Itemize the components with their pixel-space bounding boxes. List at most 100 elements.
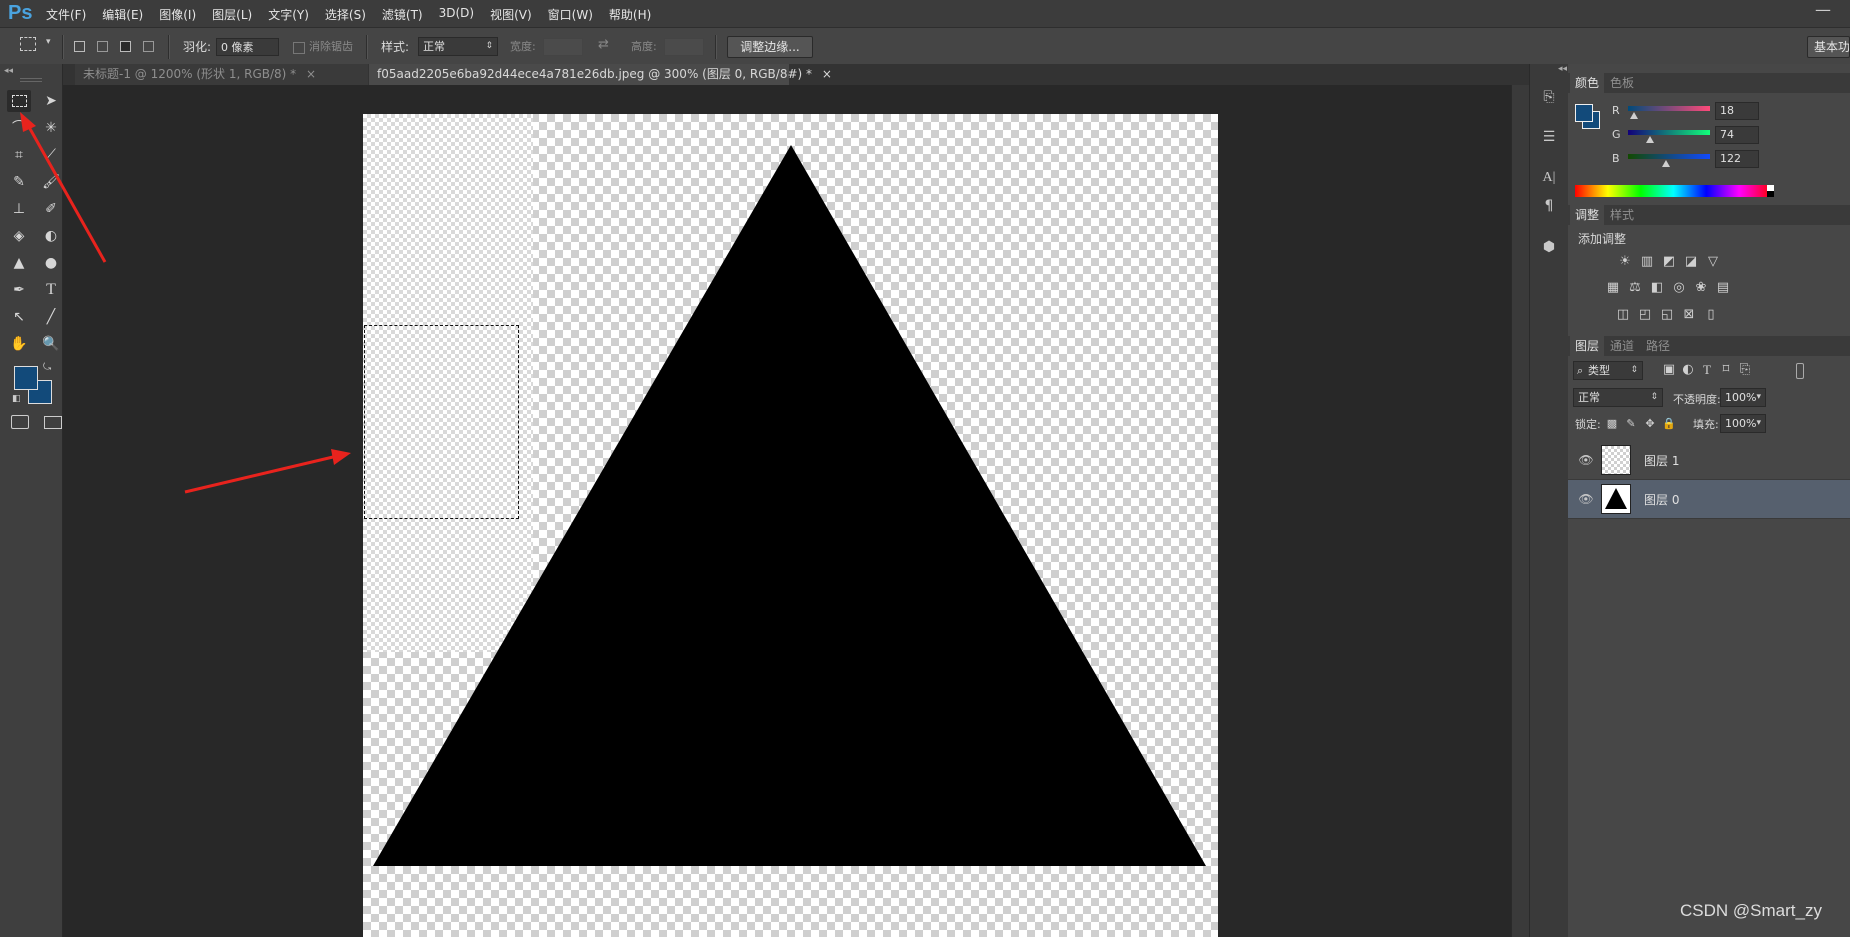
history-icon[interactable]: ⎘ xyxy=(1538,87,1560,107)
move-tool[interactable]: ➤ xyxy=(39,90,63,112)
menu-help[interactable]: 帮助(H) xyxy=(609,6,651,23)
dodge-tool[interactable]: ● xyxy=(39,252,63,274)
layer-row[interactable]: 👁 图层 1 xyxy=(1568,441,1850,480)
invert-icon[interactable]: ◫ xyxy=(1614,307,1632,323)
filter-shape-icon[interactable]: ⌑ xyxy=(1717,362,1735,378)
properties-icon[interactable]: ☰ xyxy=(1538,127,1560,147)
selective-color-icon[interactable]: ▯ xyxy=(1702,307,1720,323)
brush-tool[interactable]: 🖌 xyxy=(39,171,63,193)
vibrance-icon[interactable]: ▽ xyxy=(1704,254,1722,270)
history-brush-tool[interactable]: ✐ xyxy=(39,198,63,220)
tab-paths[interactable]: 路径 xyxy=(1641,336,1675,356)
menu-image[interactable]: 图像(I) xyxy=(159,6,196,23)
character-icon[interactable]: A| xyxy=(1538,168,1560,188)
tab-adjustments[interactable]: 调整 xyxy=(1570,205,1605,225)
magic-wand-tool[interactable]: ✳ xyxy=(39,117,63,139)
swap-dimensions-icon[interactable]: ⇄ xyxy=(598,37,609,52)
menu-file[interactable]: 文件(F) xyxy=(46,6,86,23)
swap-colors-icon[interactable]: ⤿ xyxy=(43,362,51,373)
red-slider[interactable] xyxy=(1628,106,1710,111)
feather-input[interactable]: 0 像素 xyxy=(216,38,279,56)
zoom-tool[interactable]: 🔍 xyxy=(39,333,63,355)
paragraph-icon[interactable]: ¶ xyxy=(1538,196,1560,216)
menu-filter[interactable]: 滤镜(T) xyxy=(382,6,423,23)
layer-filter-dropdown[interactable]: ⌕ 类型 ⇕ xyxy=(1573,361,1643,380)
blend-mode-dropdown[interactable]: 正常 ⇕ xyxy=(1573,388,1663,407)
menu-window[interactable]: 窗口(W) xyxy=(548,6,593,23)
gradient-map-icon[interactable]: ⊠ xyxy=(1680,307,1698,323)
photo-filter-icon[interactable]: ◎ xyxy=(1670,280,1688,296)
close-icon[interactable]: × xyxy=(822,67,832,81)
style-dropdown[interactable]: 正常 ⇕ xyxy=(418,37,498,56)
type-tool[interactable]: T xyxy=(39,279,63,301)
workspace-button[interactable]: 基本功 xyxy=(1807,36,1850,58)
lock-transparent-icon[interactable]: ▩ xyxy=(1603,416,1621,432)
lock-position-icon[interactable]: ✥ xyxy=(1641,416,1659,432)
channel-mixer-icon[interactable]: ❀ xyxy=(1692,280,1710,296)
menu-select[interactable]: 选择(S) xyxy=(325,6,366,23)
default-colors-icon[interactable]: ◧ xyxy=(12,394,21,404)
subtract-selection-icon[interactable] xyxy=(120,41,131,52)
black-white-icon[interactable]: ◧ xyxy=(1648,280,1666,296)
color-lookup-icon[interactable]: ▤ xyxy=(1714,280,1732,296)
antialias-checkbox[interactable] xyxy=(293,42,305,54)
vertical-scrollbar[interactable] xyxy=(1511,85,1530,937)
collapse-icon[interactable]: ◂◂ xyxy=(1558,64,1567,74)
exposure-icon[interactable]: ◪ xyxy=(1682,254,1700,270)
tab-jpeg-document[interactable]: f05aad2205e6ba92d44ece4a781e26db.jpeg @ … xyxy=(369,64,832,85)
new-selection-icon[interactable] xyxy=(74,41,85,52)
eye-icon[interactable]: 👁 xyxy=(1578,452,1594,468)
hue-saturation-icon[interactable]: ▦ xyxy=(1604,280,1622,296)
pen-tool[interactable]: ✒ xyxy=(7,279,31,301)
red-input[interactable]: 18 xyxy=(1715,102,1759,120)
filter-adjustment-icon[interactable]: ◐ xyxy=(1679,362,1697,378)
filter-toggle-icon[interactable] xyxy=(1796,363,1804,379)
tab-channels[interactable]: 通道 xyxy=(1605,336,1639,356)
chevron-down-icon[interactable]: ▾ xyxy=(46,37,51,47)
posterize-icon[interactable]: ◰ xyxy=(1636,307,1654,323)
blue-slider-thumb[interactable] xyxy=(1662,160,1670,167)
add-selection-icon[interactable] xyxy=(97,41,108,52)
3d-icon[interactable]: ⬢ xyxy=(1538,237,1560,257)
crop-tool[interactable]: ⌗ xyxy=(7,144,31,166)
quick-mask-icon[interactable] xyxy=(11,415,29,429)
lock-all-icon[interactable]: 🔒 xyxy=(1660,416,1678,432)
fill-input[interactable]: 100% ▾ xyxy=(1720,414,1766,433)
filter-type-icon[interactable]: T xyxy=(1698,362,1716,378)
clone-stamp-tool[interactable]: ⊥ xyxy=(7,198,31,220)
panel-foreground-swatch[interactable] xyxy=(1575,104,1593,122)
grip-icon[interactable] xyxy=(20,78,42,82)
color-balance-icon[interactable]: ⚖ xyxy=(1626,280,1644,296)
selection-marquee[interactable] xyxy=(364,325,519,519)
tab-color[interactable]: 颜色 xyxy=(1570,73,1605,93)
foreground-color-swatch[interactable] xyxy=(14,366,38,390)
menu-3d[interactable]: 3D(D) xyxy=(439,6,474,23)
rectangular-marquee-tool[interactable] xyxy=(7,90,31,112)
tab-swatches[interactable]: 色板 xyxy=(1605,73,1639,93)
lasso-tool[interactable]: ⌒ xyxy=(7,117,31,139)
green-input[interactable]: 74 xyxy=(1715,126,1759,144)
black-white-ramp[interactable] xyxy=(1767,185,1774,197)
paint-bucket-tool[interactable]: ◐ xyxy=(39,225,63,247)
blue-slider[interactable] xyxy=(1628,154,1710,159)
blur-tool[interactable]: ▲ xyxy=(7,252,31,274)
tab-styles[interactable]: 样式 xyxy=(1605,205,1639,225)
levels-icon[interactable]: ▥ xyxy=(1638,254,1656,270)
layer-row-selected[interactable]: 👁 图层 0 xyxy=(1568,480,1850,519)
opacity-input[interactable]: 100% ▾ xyxy=(1720,388,1766,407)
line-tool[interactable]: ╱ xyxy=(39,306,63,328)
tab-layers[interactable]: 图层 xyxy=(1570,336,1605,356)
minimize-button[interactable]: — xyxy=(1808,0,1838,20)
curves-icon[interactable]: ◩ xyxy=(1660,254,1678,270)
green-slider[interactable] xyxy=(1628,130,1710,135)
hand-tool[interactable]: ✋ xyxy=(7,333,31,355)
lock-image-icon[interactable]: ✎ xyxy=(1622,416,1640,432)
menu-layer[interactable]: 图层(L) xyxy=(212,6,252,23)
filter-smart-object-icon[interactable]: ⎘ xyxy=(1736,362,1754,378)
height-input[interactable] xyxy=(664,38,704,56)
collapse-icon[interactable]: ◂◂ xyxy=(4,66,13,76)
brightness-icon[interactable]: ☀ xyxy=(1616,254,1634,270)
filter-pixel-icon[interactable]: ▣ xyxy=(1660,362,1678,378)
menu-type[interactable]: 文字(Y) xyxy=(268,6,309,23)
threshold-icon[interactable]: ◱ xyxy=(1658,307,1676,323)
